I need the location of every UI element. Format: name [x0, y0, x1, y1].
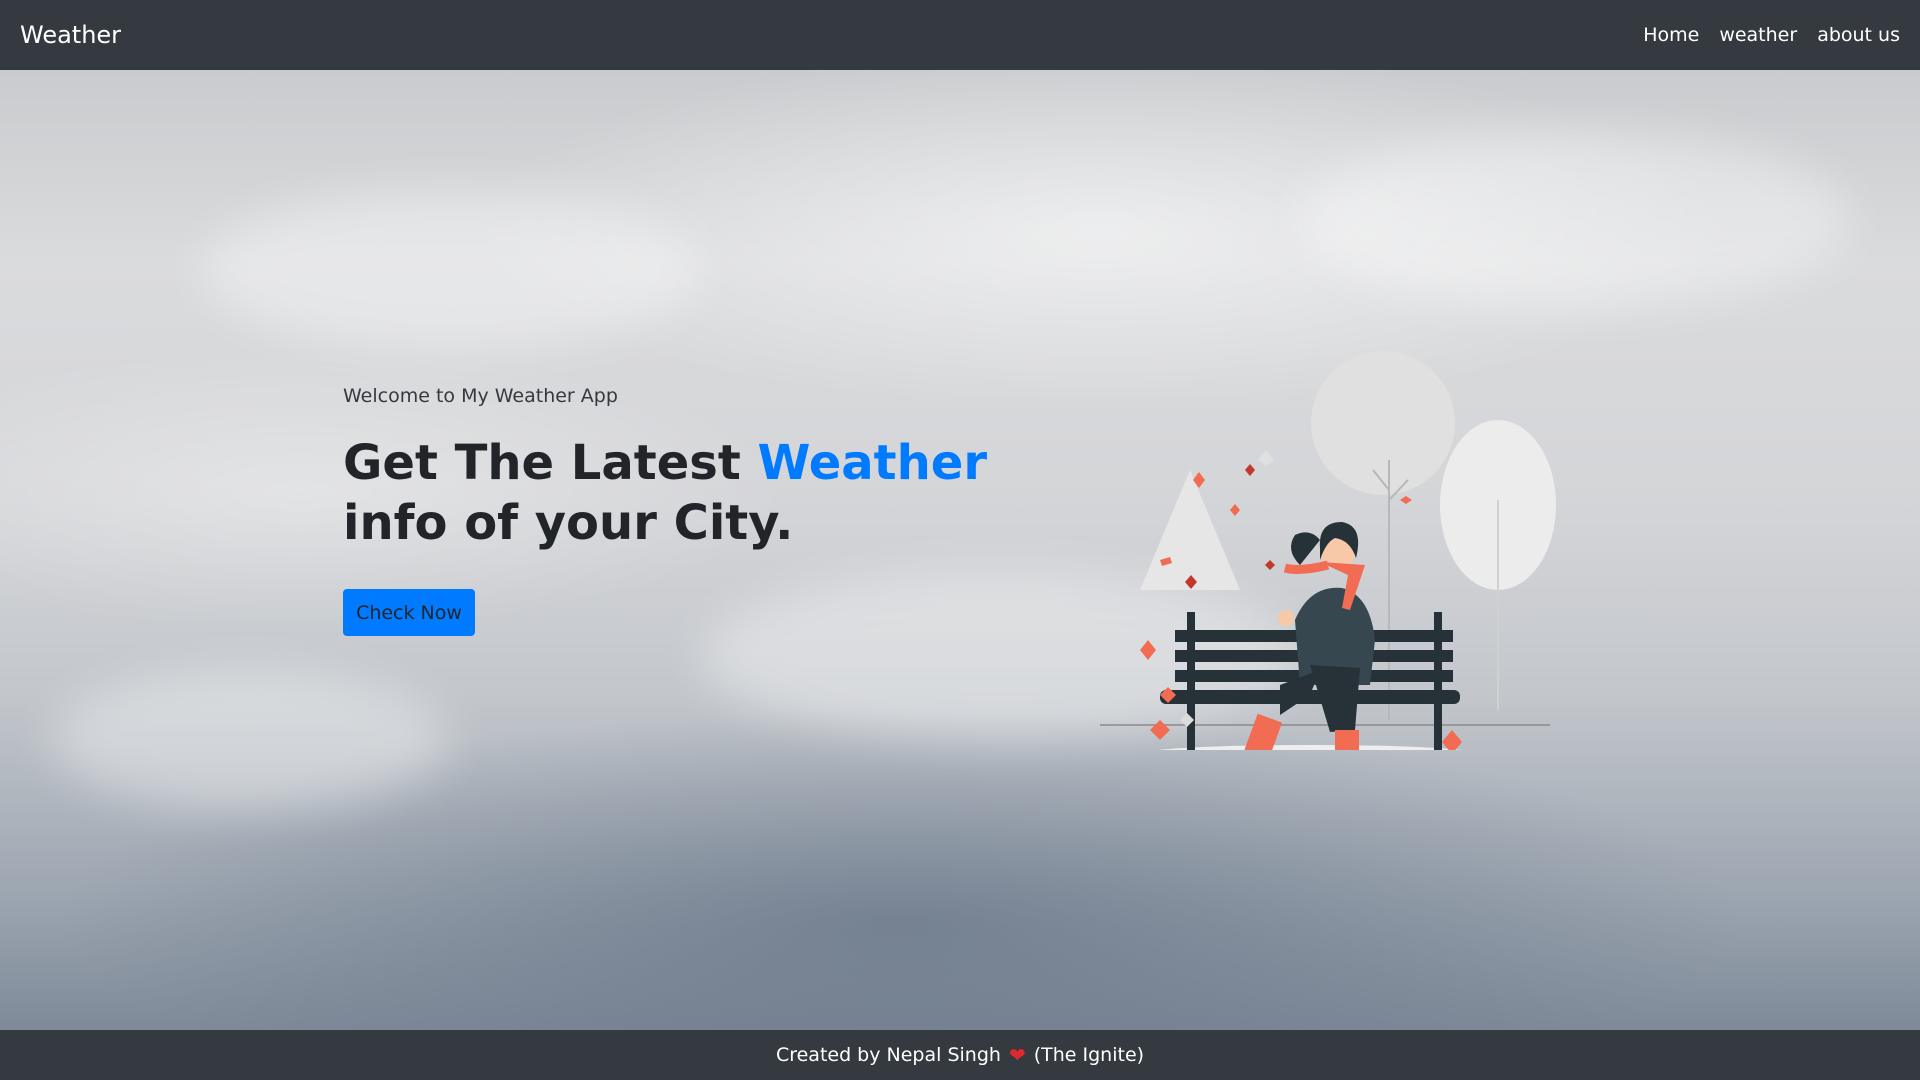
nav-item-home: Home	[1643, 24, 1699, 46]
headline-accent: Weather	[757, 435, 988, 491]
headline-part-2: info of your City.	[343, 495, 794, 551]
nav-item-about: about us	[1817, 24, 1900, 46]
nav-link-weather[interactable]: weather	[1719, 24, 1797, 46]
footer: Created by Nepal Singh ❤ (The Ignite)	[0, 1030, 1920, 1080]
top-navbar: Weather Home weather about us	[0, 0, 1920, 70]
footer-suffix: (The Ignite)	[1033, 1044, 1145, 1066]
footer-credit: Created by Nepal Singh	[775, 1044, 1001, 1066]
nav-links: Home weather about us	[1643, 24, 1900, 46]
woman-on-bench-illustration	[1100, 351, 1556, 750]
headline-part-1: Get The Latest	[343, 435, 758, 491]
check-now-button[interactable]: Check Now	[343, 589, 475, 636]
nav-link-home[interactable]: Home	[1643, 24, 1699, 46]
hero-section: Welcome to My Weather App Get The Latest…	[0, 70, 1920, 1030]
nav-item-weather: weather	[1719, 24, 1797, 46]
hero-text: Welcome to My Weather App Get The Latest…	[343, 385, 1023, 553]
heart-icon: ❤	[1008, 1043, 1026, 1067]
nav-link-about-us[interactable]: about us	[1817, 24, 1900, 46]
welcome-text: Welcome to My Weather App	[343, 385, 618, 407]
hero-headline: Get The Latest Weather info of your City…	[343, 433, 1023, 553]
brand-link[interactable]: Weather	[20, 21, 121, 49]
